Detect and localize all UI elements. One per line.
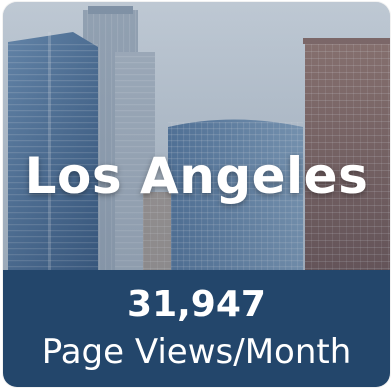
page-views-count: 31,947 xyxy=(127,284,266,325)
city-tile[interactable]: Los Angeles 31,947 Page Views/Month xyxy=(3,2,390,387)
page-views-label: Page Views/Month xyxy=(41,332,352,372)
image-overlay xyxy=(3,2,390,270)
stats-panel: 31,947 Page Views/Month xyxy=(3,270,390,387)
city-name: Los Angeles xyxy=(24,147,369,205)
